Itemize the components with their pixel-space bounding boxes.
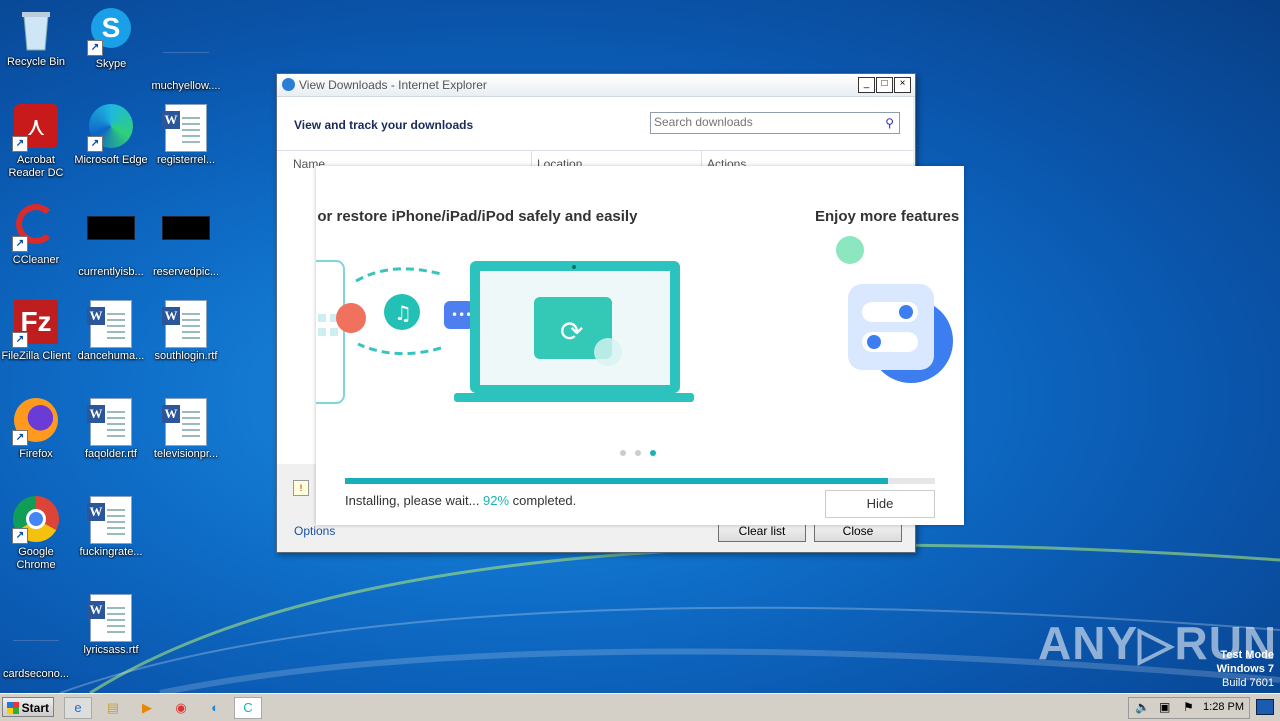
desktop-icon-chrome[interactable]: ↗ Google Chrome [0,496,74,572]
firefox-icon: ↗ [12,398,60,446]
desktop-icon-recycle-bin[interactable]: Recycle Bin [0,6,74,69]
skype-icon: S ↗ [87,8,135,56]
desktop-icon-currentlyisb[interactable]: currentlyisb... [73,202,149,279]
install-percent: 92% [483,493,510,508]
recycle-bin-icon [12,6,60,54]
image-file-icon [87,216,135,264]
ccleaner-icon: ↗ [12,204,60,252]
close-window-button[interactable]: × [894,77,911,93]
desktop-icon-televisionpr[interactable]: W televisionpr... [148,398,224,461]
taskbar-explorer-icon[interactable]: ▤ [99,697,127,719]
taskbar-chrome-icon[interactable]: ◉ [167,697,195,719]
smartscreen-status: ! [293,480,309,496]
carousel-dot[interactable] [620,450,626,456]
options-link[interactable]: Options [294,524,335,538]
filezilla-icon: Fz ↗ [12,300,60,348]
desktop-icon-skype[interactable]: S ↗ Skype [73,6,149,71]
network-icon[interactable]: ▣ [1159,700,1170,714]
carousel-dot-active[interactable] [650,450,656,456]
word-doc-icon: W [162,104,210,152]
word-doc-icon: W [162,398,210,446]
file-icon [162,30,210,78]
minimize-button[interactable]: _ [858,77,875,93]
taskbar-installer-icon[interactable]: C [234,697,262,719]
desktop-icon-dancehuma[interactable]: W dancehuma... [73,300,149,363]
show-desktop-button[interactable] [1256,699,1274,715]
desktop-icon-fuckingrate[interactable]: W fuckingrate... [73,496,149,559]
desktop-icon-filezilla[interactable]: Fz ↗ FileZilla Client [0,300,74,363]
word-doc-icon: W [87,398,135,446]
word-doc-icon: W [162,300,210,348]
svg-text:♫: ♫ [394,301,412,325]
desktop-icon-faqolder[interactable]: W faqolder.rtf [73,398,149,461]
windows-flag-icon [7,702,19,714]
downloads-header: View and track your downloads ⚲ [277,97,913,150]
test-mode-watermark: Test Mode Windows 7 Build 7601 [1216,649,1274,689]
word-doc-icon: W [87,300,135,348]
clock[interactable]: 1:28 PM [1203,701,1244,713]
start-button[interactable]: Start [2,697,54,717]
desktop-icon-acrobat[interactable]: ⋏ ↗ Acrobat Reader DC [0,104,74,180]
image-file-icon [162,216,210,264]
edge-icon: ↗ [87,104,135,152]
hide-button[interactable]: Hide [825,490,935,518]
desktop-icon-reservedpic[interactable]: reservedpic... [148,202,224,279]
installer-dialog[interactable]: p or restore iPhone/iPad/iPod safely and… [316,166,964,525]
volume-icon[interactable]: 🔈 [1135,700,1150,714]
search-icon[interactable]: ⚲ [885,116,894,130]
carousel-illustration: ♫ ••• ⟳ [316,236,953,404]
svg-text:⟳: ⟳ [560,315,583,348]
desktop-icon-muchyellow[interactable]: muchyellow.... [148,6,224,93]
taskbar-ie-icon[interactable]: e [64,697,92,719]
taskbar-edge-icon[interactable]: ◐ [201,697,229,719]
window-titlebar[interactable]: View Downloads - Internet Explorer _ □ × [277,74,915,97]
carousel-dots [620,450,656,456]
maximize-button[interactable]: □ [876,77,893,93]
desktop-icon-southlogin[interactable]: W southlogin.rtf [148,300,224,363]
desktop-icon-registerrel[interactable]: W registerrel... [148,104,224,167]
desktop-icon-edge[interactable]: ↗ Microsoft Edge [73,104,149,167]
desktop-icon-lyricsass[interactable]: W lyricsass.rtf [73,594,149,657]
phone-call-icon [336,303,366,333]
file-icon [12,618,60,666]
install-progress-bar [345,478,935,484]
ie-icon [282,78,295,91]
word-doc-icon: W [87,496,135,544]
settings-toggle-icon [848,284,934,370]
desktop-icon-cardsecono[interactable]: cardsecono... [0,594,74,681]
acrobat-icon: ⋏ ↗ [12,104,60,152]
search-box[interactable]: ⚲ [650,112,900,134]
word-doc-icon: W [87,594,135,642]
carousel-dot[interactable] [635,450,641,456]
install-progress-fill [345,478,888,484]
install-status: Installing, please wait... 92% completed… [345,493,577,508]
window-title: View Downloads - Internet Explorer [299,78,487,92]
svg-text:•••: ••• [451,308,472,322]
shield-warning-icon: ! [293,480,309,496]
desktop-icon-ccleaner[interactable]: ↗ CCleaner [0,202,74,267]
chrome-icon: ↗ [12,496,60,544]
downloads-heading: View and track your downloads [294,118,474,132]
search-input[interactable] [651,113,877,131]
taskbar: Start e ▤ ▶ ◉ ◐ C 🔈 ▣ ⚑ 1:28 PM [0,693,1280,721]
taskbar-media-player-icon[interactable]: ▶ [133,697,161,719]
desktop-icon-firefox[interactable]: ↗ Firefox [0,398,74,461]
action-center-flag-icon[interactable]: ⚑ [1183,700,1194,714]
